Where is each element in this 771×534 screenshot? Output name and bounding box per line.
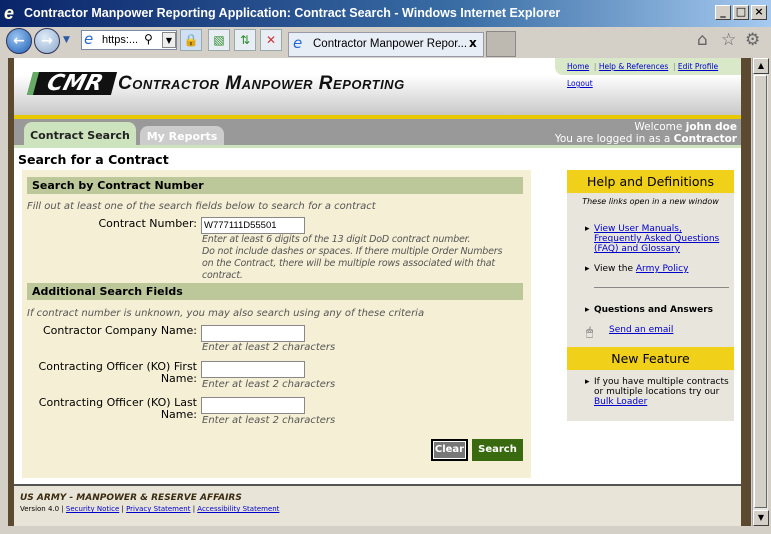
history-dropdown-icon[interactable]: ▼	[63, 35, 70, 45]
privacy-statement-link[interactable]: Privacy Statement	[126, 505, 190, 513]
company-name-input[interactable]	[201, 325, 305, 342]
tab-title: Contractor Manpower Repor...	[313, 38, 468, 50]
home-link[interactable]: Home	[567, 62, 589, 71]
home-icon[interactable]: ⌂	[697, 30, 708, 50]
company-name-label: Contractor Company Name:	[42, 324, 197, 337]
ko-first-name-help: Enter at least 2 characters	[202, 379, 336, 390]
window-title: Contractor Manpower Reporting Applicatio…	[24, 6, 561, 20]
window-title-bar: e Contractor Manpower Reporting Applicat…	[0, 0, 771, 27]
sidebar-divider	[594, 287, 729, 288]
footer-org: US ARMY - MANPOWER & RESERVE AFFAIRS	[20, 493, 242, 503]
stop-icon[interactable]: ✕	[260, 29, 282, 51]
manuals-item: View User Manuals, Frequently Asked Ques…	[585, 224, 724, 254]
tab-close-button[interactable]: x	[469, 36, 477, 50]
close-button[interactable]: ×	[751, 5, 767, 20]
scroll-up-button[interactable]: ▲	[753, 58, 769, 74]
tab-bar: Contract Search My Reports Welcome john …	[14, 119, 741, 148]
accessibility-statement-link[interactable]: Accessibility Statement	[197, 505, 279, 513]
security-notice-link[interactable]: Security Notice	[66, 505, 119, 513]
army-policy-link[interactable]: Army Policy	[636, 264, 689, 274]
scroll-down-button[interactable]: ▼	[753, 510, 769, 526]
help-note: These links open in a new window	[582, 197, 719, 206]
address-bar[interactable]: e https:... ⚲ ▼	[81, 30, 177, 50]
qa-title: Questions and Answers	[585, 305, 713, 315]
edit-profile-link[interactable]: Edit Profile	[678, 62, 718, 71]
minimize-button[interactable]: _	[715, 5, 731, 20]
browser-toolbar: ← → ▼ e https:... ⚲ ▼ 🔒 ▧ ⇅ ✕ e Contract…	[0, 27, 771, 58]
ko-last-name-label: Contracting Officer (KO) Last Name:	[38, 396, 197, 421]
clear-button[interactable]: Clear	[431, 439, 468, 461]
address-dropdown[interactable]: ▼	[162, 32, 176, 48]
feature-item: If you have multiple contracts or multip…	[585, 377, 730, 407]
scroll-thumb[interactable]	[754, 75, 767, 508]
contract-number-help: Enter at least 6 digits of the 13 digit …	[202, 234, 503, 281]
help-sidebar: Help and Definitions These links open in…	[567, 170, 734, 421]
favorites-star-icon[interactable]: ☆	[721, 30, 736, 50]
company-name-help: Enter at least 2 characters	[202, 342, 336, 353]
ko-last-name-help: Enter at least 2 characters	[202, 415, 336, 426]
send-email-link[interactable]: Send an email	[609, 325, 673, 335]
mouse-icon: 🖱	[586, 325, 594, 339]
new-feature-title: New Feature	[567, 347, 734, 370]
browser-tab[interactable]: e Contractor Manpower Repor... x	[288, 32, 484, 57]
compatibility-icon[interactable]: ▧	[208, 29, 230, 51]
help-title: Help and Definitions	[567, 170, 734, 193]
logout-link[interactable]: Logout	[567, 79, 593, 88]
section2-hint: If contract number is unknown, you may a…	[27, 308, 425, 319]
address-text: https:...	[102, 34, 139, 46]
section-contract-number-header: Search by Contract Number	[27, 177, 523, 194]
ko-last-name-input[interactable]	[201, 397, 305, 414]
ko-first-name-label: Contracting Officer (KO) First Name:	[38, 360, 197, 385]
forward-button[interactable]: →	[34, 28, 60, 54]
search-button[interactable]: Search	[472, 439, 523, 461]
ie-page-icon: e	[84, 30, 94, 48]
ko-first-name-input[interactable]	[201, 361, 305, 378]
section-additional-fields-header: Additional Search Fields	[27, 283, 523, 300]
user-info: Welcome john doe You are logged in as a …	[554, 121, 737, 145]
maximize-button[interactable]: □	[733, 5, 749, 20]
search-form: Search by Contract Number Fill out at le…	[22, 170, 531, 478]
footer: US ARMY - MANPOWER & RESERVE AFFAIRS Ver…	[14, 484, 741, 526]
contract-number-input[interactable]	[201, 217, 305, 234]
vertical-scrollbar[interactable]: ▲ ▼	[752, 58, 769, 526]
section1-hint: Fill out at least one of the search fiel…	[27, 201, 376, 212]
gear-icon[interactable]: ⚙	[745, 30, 760, 50]
page: CMR Contractor Manpower Reporting Home |…	[14, 58, 741, 526]
site-header: CMR Contractor Manpower Reporting Home |…	[14, 58, 741, 115]
cmr-logo: CMR	[26, 71, 118, 96]
contract-number-label: Contract Number:	[98, 217, 197, 230]
page-title: Search for a Contract	[18, 152, 169, 167]
header-links: Home | Help & References | Edit Profile …	[555, 58, 741, 88]
search-icon[interactable]: ⚲	[144, 32, 153, 46]
policy-item: View the Army Policy	[585, 264, 689, 274]
site-title: Contractor Manpower Reporting	[118, 73, 405, 94]
help-references-link[interactable]: Help & References	[599, 62, 668, 71]
bulk-loader-link[interactable]: Bulk Loader	[594, 397, 647, 407]
back-button[interactable]: ←	[6, 28, 32, 54]
tab-strip	[14, 145, 741, 148]
new-tab-button[interactable]	[486, 31, 516, 57]
refresh-icon[interactable]: ⇅	[234, 29, 256, 51]
ie-tab-icon: e	[293, 34, 303, 52]
footer-links: Version 4.0 | Security Notice | Privacy …	[20, 505, 280, 513]
lock-icon[interactable]: 🔒	[180, 29, 202, 51]
ie-icon: e	[4, 3, 15, 23]
manuals-link[interactable]: View User Manuals, Frequently Asked Ques…	[594, 224, 719, 254]
